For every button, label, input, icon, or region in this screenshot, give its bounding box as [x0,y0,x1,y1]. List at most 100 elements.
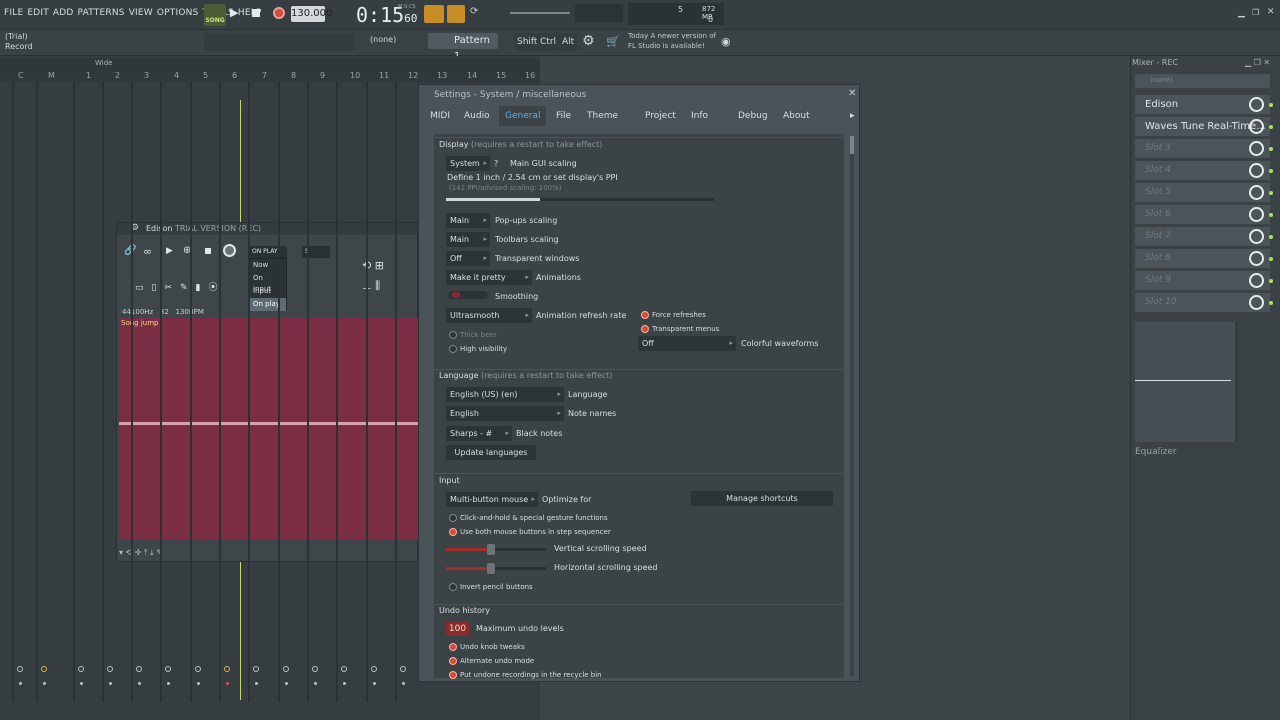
slot-active-indicator[interactable] [1269,169,1273,173]
slot-active-indicator[interactable] [1269,279,1273,283]
mixer-slot[interactable]: Waves Tune Real-Time... [1135,117,1273,137]
slot-mix-knob[interactable] [1249,229,1264,244]
slot-active-indicator[interactable] [1269,235,1273,239]
mixer-track-strip[interactable] [366,82,368,702]
optimize-for-select[interactable]: Multi-button mouse [446,492,538,507]
route-knob[interactable] [253,666,259,672]
restore-icon[interactable]: ❐ [1252,8,1259,17]
slot-active-indicator[interactable] [1269,103,1273,107]
animations-select[interactable]: Make it pretty [446,270,532,285]
ctrl-button[interactable]: Ctrl [537,33,560,51]
route-knob[interactable] [78,666,84,672]
tab-midi[interactable]: MIDI [424,106,456,126]
route-knob[interactable] [195,666,201,672]
route-knob[interactable] [41,666,47,672]
both-buttons-radio[interactable] [449,528,457,536]
slot-mix-knob[interactable] [1249,295,1264,310]
pattern-selector[interactable]: Pattern 1 [428,33,498,62]
slot-mix-knob[interactable] [1249,207,1264,222]
play-button[interactable]: ▶ [230,6,244,22]
force-refreshes-radio[interactable] [641,311,649,319]
route-knob[interactable] [107,666,113,672]
dropdown-now[interactable]: Now [250,259,286,272]
tab-about[interactable]: About [777,106,816,126]
mixer-slot[interactable]: Slot 7 [1135,227,1273,247]
mixer-fader-area[interactable] [1135,322,1235,442]
tab-audio[interactable]: Audio [458,106,496,126]
news-panel[interactable]: Today A newer version of FL Studio is ava… [628,31,716,51]
mixer-slot[interactable]: Slot 8 [1135,249,1273,269]
menu-edit[interactable]: EDIT [27,8,49,18]
route-knob[interactable] [341,666,347,672]
mixer-track-strip[interactable] [395,82,397,702]
menu-options[interactable]: OPTIONS [157,8,199,18]
max-undo-levels-input[interactable]: 100 [446,622,469,636]
mixer-slot[interactable]: Slot 4 [1135,161,1273,181]
slot-active-indicator[interactable] [1269,191,1273,195]
mixer-slot[interactable]: Slot 10 [1135,293,1273,313]
slot-mix-knob[interactable] [1249,141,1264,156]
slot-mix-knob[interactable] [1249,273,1264,288]
toolbar-icons[interactable] [204,33,354,51]
gear-icon[interactable]: ⚙ [582,33,595,49]
dropdown-on-play[interactable]: On play [250,298,286,311]
mixer-track-strip[interactable] [219,82,221,702]
knob-tweaks-radio[interactable] [449,643,457,651]
route-knob[interactable] [283,666,289,672]
transparent-menus-radio[interactable] [641,325,649,333]
mixer-track-strip[interactable] [160,82,162,702]
slot-active-indicator[interactable] [1269,257,1273,261]
mixer-track-strip[interactable] [336,82,338,702]
menu-patterns[interactable]: PATTERNS [78,8,125,18]
slot-active-indicator[interactable] [1269,301,1273,305]
tab-general[interactable]: General [499,106,547,126]
song-mode-button[interactable]: SONG [204,4,226,26]
refresh-rate-select[interactable]: Ultrasmooth [446,308,532,323]
route-knob[interactable] [371,666,377,672]
mixer-slot[interactable]: Slot 5 [1135,183,1273,203]
high-visibility-radio[interactable] [449,345,457,353]
manage-shortcuts-button[interactable]: Manage shortcuts [691,491,833,506]
slot-mix-knob[interactable] [1249,163,1264,178]
invert-pencil-radio[interactable] [449,583,457,591]
cart-icon[interactable]: 🛒 [606,35,620,48]
black-notes-select[interactable]: Sharps - # [446,426,512,441]
settings-close-icon[interactable]: ✕ [848,88,856,99]
stop-button[interactable] [252,9,260,17]
route-knob[interactable] [312,666,318,672]
alt-button[interactable]: Alt [559,33,578,51]
timeline-ruler[interactable]: C M 1 2 3 4 5 6 7 8 9 10 11 12 13 14 15 16 [0,70,540,82]
smoothing-knob[interactable] [448,291,488,299]
dropdown-on-input[interactable]: On input [250,272,286,293]
globe-icon[interactable]: ◉ [721,35,731,48]
record-mode-selector[interactable]: ON PLAY [249,246,287,258]
popups-scaling-select[interactable]: Main [446,213,490,228]
slot-mix-knob[interactable] [1249,251,1264,266]
slot-active-indicator[interactable] [1269,125,1273,129]
mixer-window-controls[interactable]: ▁ ❐ ✕ [1245,58,1270,67]
gui-scaling-select[interactable]: System [446,156,490,171]
mixer-track-strip[interactable] [102,82,104,702]
transparent-windows-select[interactable]: Off [446,251,490,266]
mixer-track-strip[interactable] [278,82,280,702]
mixer-track-strip[interactable] [12,82,14,702]
metronome-button[interactable] [424,5,444,23]
snap-selector[interactable]: (none) [370,35,396,44]
alternate-undo-radio[interactable] [449,657,457,665]
stop-icon[interactable] [205,248,211,254]
mixer-track-strip[interactable] [190,82,192,702]
tab-theme[interactable]: Theme [581,106,624,126]
help-icon[interactable]: ? [494,159,498,168]
slot-active-indicator[interactable] [1269,213,1273,217]
thick-beer-radio[interactable] [449,331,457,339]
record-icon[interactable] [223,244,236,257]
mixer-slot[interactable]: Slot 9 [1135,271,1273,291]
loop-icon[interactable]: ∞ [143,245,152,258]
tab-project[interactable]: Project [639,106,682,126]
wait-input-icon[interactable]: ⟳ [470,6,486,22]
tabs-more-icon[interactable]: ▸ [844,106,861,126]
mixer-track-strip[interactable] [36,82,38,702]
recycle-bin-radio[interactable] [449,671,457,679]
menu-view[interactable]: VIEW [129,8,153,18]
route-knob[interactable] [136,666,142,672]
